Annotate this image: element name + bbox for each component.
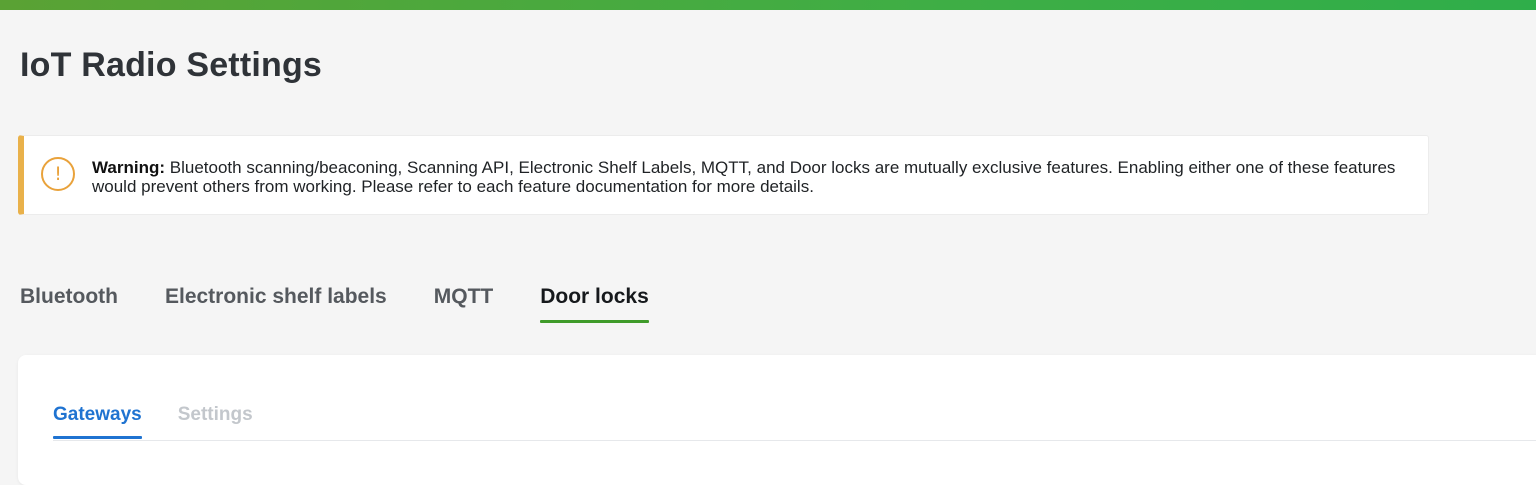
exclamation-circle-icon: ! [41,157,75,191]
tab-mqtt[interactable]: MQTT [434,283,493,323]
page-title: IoT Radio Settings [20,46,323,84]
top-accent-bar [0,0,1536,10]
warning-message: Warning: Bluetooth scanning/beaconing, S… [92,158,1422,196]
tab-bluetooth[interactable]: Bluetooth [20,283,118,323]
door-locks-card: Gateways Settings [18,355,1536,485]
warning-label: Warning: [92,158,166,177]
warning-banner: ! Warning: Bluetooth scanning/beaconing,… [18,135,1429,215]
tab-door-locks[interactable]: Door locks [540,283,649,323]
feature-tabs: Bluetooth Electronic shelf labels MQTT D… [20,283,696,323]
subtab-gateways[interactable]: Gateways [53,403,142,439]
warning-body: Bluetooth scanning/beaconing, Scanning A… [92,158,1396,196]
subtab-settings[interactable]: Settings [178,403,253,439]
subtab-divider [53,440,1536,441]
tab-electronic-shelf-labels[interactable]: Electronic shelf labels [165,283,387,323]
door-locks-subtabs: Gateways Settings [53,403,289,441]
